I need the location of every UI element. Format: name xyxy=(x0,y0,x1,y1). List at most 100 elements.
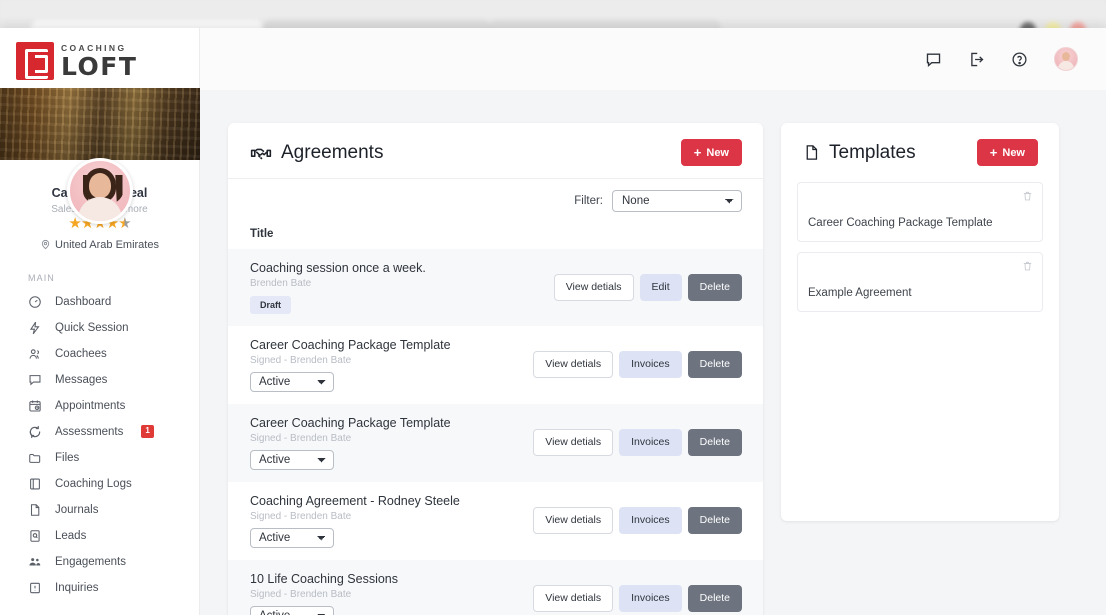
sidebar-item-messages[interactable]: Messages xyxy=(0,367,199,393)
sidebar-item-dashboard[interactable]: Dashboard xyxy=(0,289,199,315)
inquiry-icon xyxy=(30,582,40,593)
sidebar-item-appointments[interactable]: Appointments xyxy=(0,393,199,419)
invoices-button[interactable]: Invoices xyxy=(619,507,682,534)
row-actions: View detials Invoices Delete xyxy=(533,494,742,534)
sidebar-item-coaching-logs[interactable]: Coaching Logs xyxy=(0,471,199,497)
avatar-body xyxy=(77,197,122,221)
status-select[interactable]: Active xyxy=(250,606,334,615)
list-item[interactable]: Career Coaching Package Template xyxy=(797,182,1043,242)
list-item[interactable]: Example Agreement xyxy=(797,252,1043,312)
profile-location-label: United Arab Emirates xyxy=(55,238,159,251)
filter-row: Filter: None xyxy=(228,179,763,212)
sidebar-item-label: Assessments xyxy=(55,425,124,438)
view-details-button[interactable]: View detials xyxy=(553,274,634,301)
brand-logo-bottom: LOFT xyxy=(61,51,138,81)
row-actions: View detials Invoices Delete xyxy=(533,338,742,378)
row-actions: View detials Invoices Delete xyxy=(533,572,742,612)
status-badge: Draft xyxy=(250,296,292,314)
logout-icon[interactable] xyxy=(968,51,985,68)
people-icon xyxy=(29,348,39,359)
templates-header: Templates + New xyxy=(781,123,1059,176)
help-icon[interactable] xyxy=(1011,51,1028,68)
template-name: Career Coaching Package Template xyxy=(808,217,993,229)
sidebar-item-label: Inquiries xyxy=(55,581,99,594)
templates-panel: Templates + New Career Coaching Package … xyxy=(781,123,1059,521)
sidebar-item-label: Leads xyxy=(55,529,87,542)
status-select[interactable]: Active xyxy=(250,528,334,548)
agreement-title: 10 Life Coaching Sessions xyxy=(250,572,399,586)
book-icon xyxy=(30,478,40,489)
agreement-title: Career Coaching Package Template xyxy=(250,338,451,352)
avatar-face xyxy=(88,173,111,198)
sidebar-item-files[interactable]: Files xyxy=(0,445,199,471)
page-icon xyxy=(30,503,40,516)
row-content: Career Coaching Package Template Signed … xyxy=(250,338,533,392)
agreement-subtitle: Signed - Brenden Bate xyxy=(250,433,352,444)
plus-icon: + xyxy=(989,145,998,160)
delete-button[interactable]: Delete xyxy=(687,351,742,378)
filter-select[interactable]: None xyxy=(612,190,742,212)
view-details-button[interactable]: View detials xyxy=(533,351,614,378)
messages-icon[interactable] xyxy=(925,51,942,68)
row-content: Career Coaching Package Template Signed … xyxy=(250,416,533,470)
new-template-button[interactable]: + New xyxy=(976,139,1038,166)
view-details-button[interactable]: View detials xyxy=(533,429,614,456)
agreement-title: Coaching Agreement - Rodney Steele xyxy=(250,494,460,508)
sidebar-item-inquiries[interactable]: Inquiries xyxy=(0,575,199,601)
sidebar-item-label: Dashboard xyxy=(55,295,112,308)
coaching-loft-logo-icon xyxy=(16,42,54,80)
top-header-bar xyxy=(200,28,1106,90)
row-actions: View detials Edit Delete xyxy=(553,261,742,301)
delete-button[interactable]: Delete xyxy=(687,429,742,456)
sidebar-item-leads[interactable]: Leads xyxy=(0,523,199,549)
view-details-button[interactable]: View detials xyxy=(533,507,614,534)
sidebar-item-label: Appointments xyxy=(55,399,126,412)
folder-icon xyxy=(29,453,41,463)
new-template-label: New xyxy=(1002,146,1025,159)
sidebar-item-assessments[interactable]: Assessments 1 xyxy=(0,419,199,445)
sidebar-item-coachees[interactable]: Coachees xyxy=(0,341,199,367)
new-agreement-button[interactable]: + New xyxy=(680,139,742,166)
refresh-icon xyxy=(29,425,41,438)
agreement-subtitle: Signed - Brenden Bate xyxy=(250,589,352,600)
page-title-label: Agreements xyxy=(281,141,384,163)
sidebar-item-label: Journals xyxy=(55,503,99,516)
status-select[interactable]: Active xyxy=(250,450,334,470)
table-row: 10 Life Coaching Sessions Signed - Brend… xyxy=(228,560,763,615)
bolt-icon xyxy=(29,321,40,334)
agreement-subtitle: Brenden Bate xyxy=(250,278,312,289)
delete-button[interactable]: Delete xyxy=(687,274,742,301)
trash-icon[interactable] xyxy=(1022,190,1033,202)
trash-icon[interactable] xyxy=(1022,260,1033,272)
invoices-button[interactable]: Invoices xyxy=(619,429,682,456)
calendar-clock-icon xyxy=(29,400,41,412)
dashboard-icon xyxy=(29,295,41,308)
sidebar-item-quick-session[interactable]: Quick Session xyxy=(0,315,199,341)
new-agreement-label: New xyxy=(706,146,729,159)
sidebar-item-label: Messages xyxy=(55,373,108,386)
group-icon xyxy=(29,557,41,565)
agreements-header: Agreements + New xyxy=(228,123,763,179)
avatar-body xyxy=(1058,61,1074,70)
status-select[interactable]: Active xyxy=(250,372,334,392)
profile-cover-photo xyxy=(0,88,200,160)
invoices-button[interactable]: Invoices xyxy=(619,585,682,612)
agreement-subtitle: Signed - Brenden Bate xyxy=(250,511,352,522)
main-content: Agreements + New Filter: None Title Coac… xyxy=(200,90,1106,615)
agreement-subtitle: Signed - Brenden Bate xyxy=(250,355,352,366)
lead-search-icon xyxy=(30,529,40,542)
sidebar-item-label: Quick Session xyxy=(55,321,129,334)
delete-button[interactable]: Delete xyxy=(687,507,742,534)
brand-logo[interactable]: COACHING LOFT xyxy=(0,28,199,88)
profile-avatar[interactable] xyxy=(66,158,133,224)
edit-button[interactable]: Edit xyxy=(639,274,682,301)
agreement-title: Coaching session once a week. xyxy=(250,261,426,275)
view-details-button[interactable]: View detials xyxy=(533,585,614,612)
app-window: COACHING LOFT Camilla Villareal Sales Co… xyxy=(0,28,1106,615)
sidebar-item-journals[interactable]: Journals xyxy=(0,497,199,523)
sidebar-item-engagements[interactable]: Engagements xyxy=(0,549,199,575)
user-avatar[interactable] xyxy=(1054,47,1078,71)
delete-button[interactable]: Delete xyxy=(687,585,742,612)
invoices-button[interactable]: Invoices xyxy=(619,351,682,378)
agreement-title: Career Coaching Package Template xyxy=(250,416,451,430)
